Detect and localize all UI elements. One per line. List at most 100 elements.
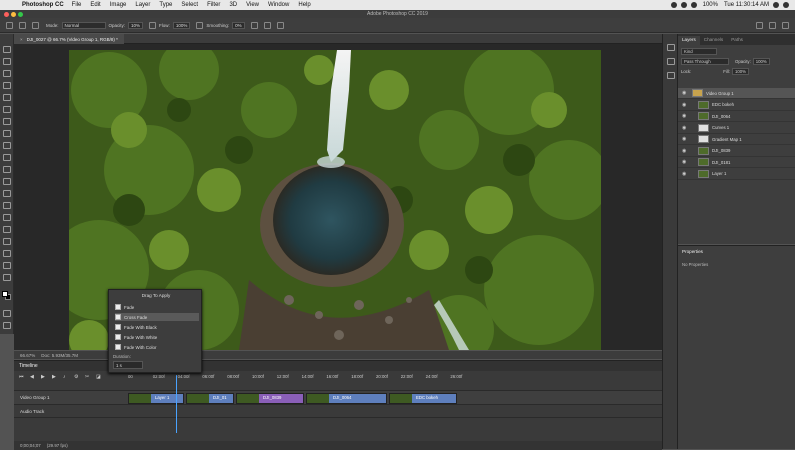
transition-icon[interactable]: ◪ bbox=[96, 374, 102, 380]
timeline-clip[interactable]: DJI_0064 bbox=[306, 393, 387, 404]
flow-field[interactable]: 100% bbox=[172, 21, 191, 29]
gradient-tool-icon[interactable] bbox=[3, 178, 11, 185]
path-select-tool-icon[interactable] bbox=[3, 238, 11, 245]
lasso-tool-icon[interactable] bbox=[3, 70, 11, 77]
pen-tool-icon[interactable] bbox=[3, 214, 11, 221]
layer-row[interactable]: ◉ Curves 1 bbox=[678, 123, 795, 134]
symmetry-icon[interactable] bbox=[276, 21, 284, 29]
audio-icon[interactable]: ♪ bbox=[63, 374, 69, 380]
search-icon[interactable] bbox=[773, 2, 779, 8]
menu-type[interactable]: Type bbox=[159, 2, 172, 8]
healing-tool-icon[interactable] bbox=[3, 118, 11, 125]
visibility-eye-icon[interactable]: ◉ bbox=[682, 125, 688, 131]
timeline-clip[interactable]: EDC bokeh bbox=[389, 393, 457, 404]
search-icon[interactable] bbox=[756, 21, 763, 29]
tab-paths[interactable]: Paths bbox=[727, 36, 747, 45]
menu-edit[interactable]: Edit bbox=[90, 2, 100, 8]
blur-tool-icon[interactable] bbox=[3, 190, 11, 197]
layer-row[interactable]: ◉ Video Group 1 bbox=[678, 88, 795, 99]
timecode[interactable]: 0;00;04;07 bbox=[20, 443, 41, 448]
workspace-icon[interactable] bbox=[769, 21, 776, 29]
mode-select[interactable]: Normal bbox=[61, 21, 106, 29]
pressure-opacity-icon[interactable] bbox=[149, 21, 157, 29]
menu-window[interactable]: Window bbox=[268, 2, 289, 8]
brush-settings-icon[interactable] bbox=[32, 21, 39, 29]
zoom-readout[interactable]: 66.67% bbox=[20, 353, 35, 358]
foreground-color-swatch[interactable] bbox=[2, 291, 8, 297]
eraser-tool-icon[interactable] bbox=[3, 166, 11, 173]
menu-list-icon[interactable] bbox=[783, 2, 789, 8]
battery-percent[interactable]: 100% bbox=[703, 2, 718, 8]
rectangle-tool-icon[interactable] bbox=[3, 250, 11, 257]
next-frame-icon[interactable]: ▶ bbox=[52, 374, 58, 380]
pressure-size-icon[interactable] bbox=[263, 21, 271, 29]
eyedropper-tool-icon[interactable] bbox=[3, 106, 11, 113]
wifi-icon[interactable] bbox=[690, 2, 697, 8]
close-tab-icon[interactable]: × bbox=[20, 37, 23, 42]
time-ruler[interactable]: 00 02:00f 04:00f 06:00f 08:00f 10:00f 12:00f 14… bbox=[128, 373, 462, 382]
visibility-eye-icon[interactable]: ◉ bbox=[682, 102, 688, 108]
playhead[interactable] bbox=[176, 375, 177, 433]
layer-row[interactable]: ◉ DJI_0181 bbox=[678, 157, 795, 168]
document-tab[interactable]: × DJI_0027 @ 66.7% (Video Group 1, RGB/8… bbox=[14, 34, 124, 44]
visibility-eye-icon[interactable]: ◉ bbox=[682, 90, 688, 96]
settings-gear-icon[interactable]: ⚙ bbox=[74, 374, 80, 380]
video-track-label[interactable]: Video Group 1 bbox=[20, 395, 50, 400]
timeline-clip[interactable]: DJI_01 bbox=[186, 393, 234, 404]
move-tool-icon[interactable] bbox=[3, 46, 11, 53]
type-tool-icon[interactable] bbox=[3, 226, 11, 233]
transition-cross-fade[interactable]: Cross Fade bbox=[115, 313, 199, 321]
history-panel-icon[interactable] bbox=[667, 44, 675, 51]
smoothing-field[interactable]: 0% bbox=[232, 21, 245, 29]
zoom-tool-icon[interactable] bbox=[3, 274, 11, 281]
layer-row[interactable]: ◉ Gradient Map 1 bbox=[678, 134, 795, 145]
transition-fade[interactable]: Fade bbox=[115, 303, 199, 311]
quick-mask-icon[interactable] bbox=[3, 310, 11, 317]
app-name-menu[interactable]: Photoshop CC bbox=[22, 2, 64, 8]
transition-fade-color[interactable]: Fade With Color bbox=[115, 343, 199, 351]
layer-row[interactable]: ◉ Layer 1 bbox=[678, 169, 795, 180]
menu-image[interactable]: Image bbox=[110, 2, 127, 8]
crop-tool-icon[interactable] bbox=[3, 94, 11, 101]
menu-3d[interactable]: 3D bbox=[229, 2, 237, 8]
tab-layers[interactable]: Layers bbox=[678, 36, 700, 45]
kind-filter-select[interactable]: Kind bbox=[681, 47, 717, 55]
brush-tool-icon[interactable] bbox=[3, 130, 11, 137]
doc-size-readout[interactable]: Doc: 5.93M/35.7M bbox=[41, 353, 78, 358]
tab-channels[interactable]: Channels bbox=[700, 36, 727, 45]
brush-panel-icon[interactable] bbox=[667, 58, 675, 65]
opacity-field[interactable]: 10% bbox=[128, 21, 144, 29]
layer-row[interactable]: ◉ EDC bokeh bbox=[678, 100, 795, 111]
visibility-eye-icon[interactable]: ◉ bbox=[682, 113, 688, 119]
visibility-eye-icon[interactable]: ◉ bbox=[682, 171, 688, 177]
timeline-clip[interactable]: DJI_0839 bbox=[236, 393, 304, 404]
menu-select[interactable]: Select bbox=[181, 2, 198, 8]
visibility-eye-icon[interactable]: ◉ bbox=[682, 136, 688, 142]
layer-row[interactable]: ◉ DJI_0839 bbox=[678, 146, 795, 157]
screen-mode-icon[interactable] bbox=[3, 322, 11, 329]
timeline-title[interactable]: Timeline bbox=[19, 363, 38, 369]
menu-help[interactable]: Help bbox=[298, 2, 310, 8]
marquee-tool-icon[interactable] bbox=[3, 58, 11, 65]
first-frame-icon[interactable]: ⏮ bbox=[19, 374, 25, 380]
layer-opacity-field[interactable]: 100% bbox=[752, 57, 770, 65]
creative-cloud-icon[interactable] bbox=[680, 2, 687, 8]
airbrush-icon[interactable] bbox=[196, 21, 204, 29]
transition-fade-white[interactable]: Fade With White bbox=[115, 333, 199, 341]
duration-field[interactable]: 1 s bbox=[113, 361, 143, 369]
properties-title[interactable]: Properties bbox=[682, 249, 703, 254]
visibility-eye-icon[interactable]: ◉ bbox=[682, 148, 688, 154]
dropbox-icon[interactable] bbox=[670, 2, 677, 8]
history-brush-tool-icon[interactable] bbox=[3, 154, 11, 161]
quick-select-tool-icon[interactable] bbox=[3, 82, 11, 89]
menu-view[interactable]: View bbox=[246, 2, 259, 8]
visibility-eye-icon[interactable]: ◉ bbox=[682, 159, 688, 165]
menu-filter[interactable]: Filter bbox=[207, 2, 220, 8]
previous-frame-icon[interactable]: ◀ bbox=[30, 374, 36, 380]
share-icon[interactable] bbox=[782, 21, 789, 29]
blend-mode-select[interactable]: Pass Through bbox=[681, 57, 729, 65]
play-icon[interactable]: ▶ bbox=[41, 374, 47, 380]
hand-tool-icon[interactable] bbox=[3, 262, 11, 269]
clone-stamp-tool-icon[interactable] bbox=[3, 142, 11, 149]
libraries-panel-icon[interactable] bbox=[667, 72, 675, 79]
